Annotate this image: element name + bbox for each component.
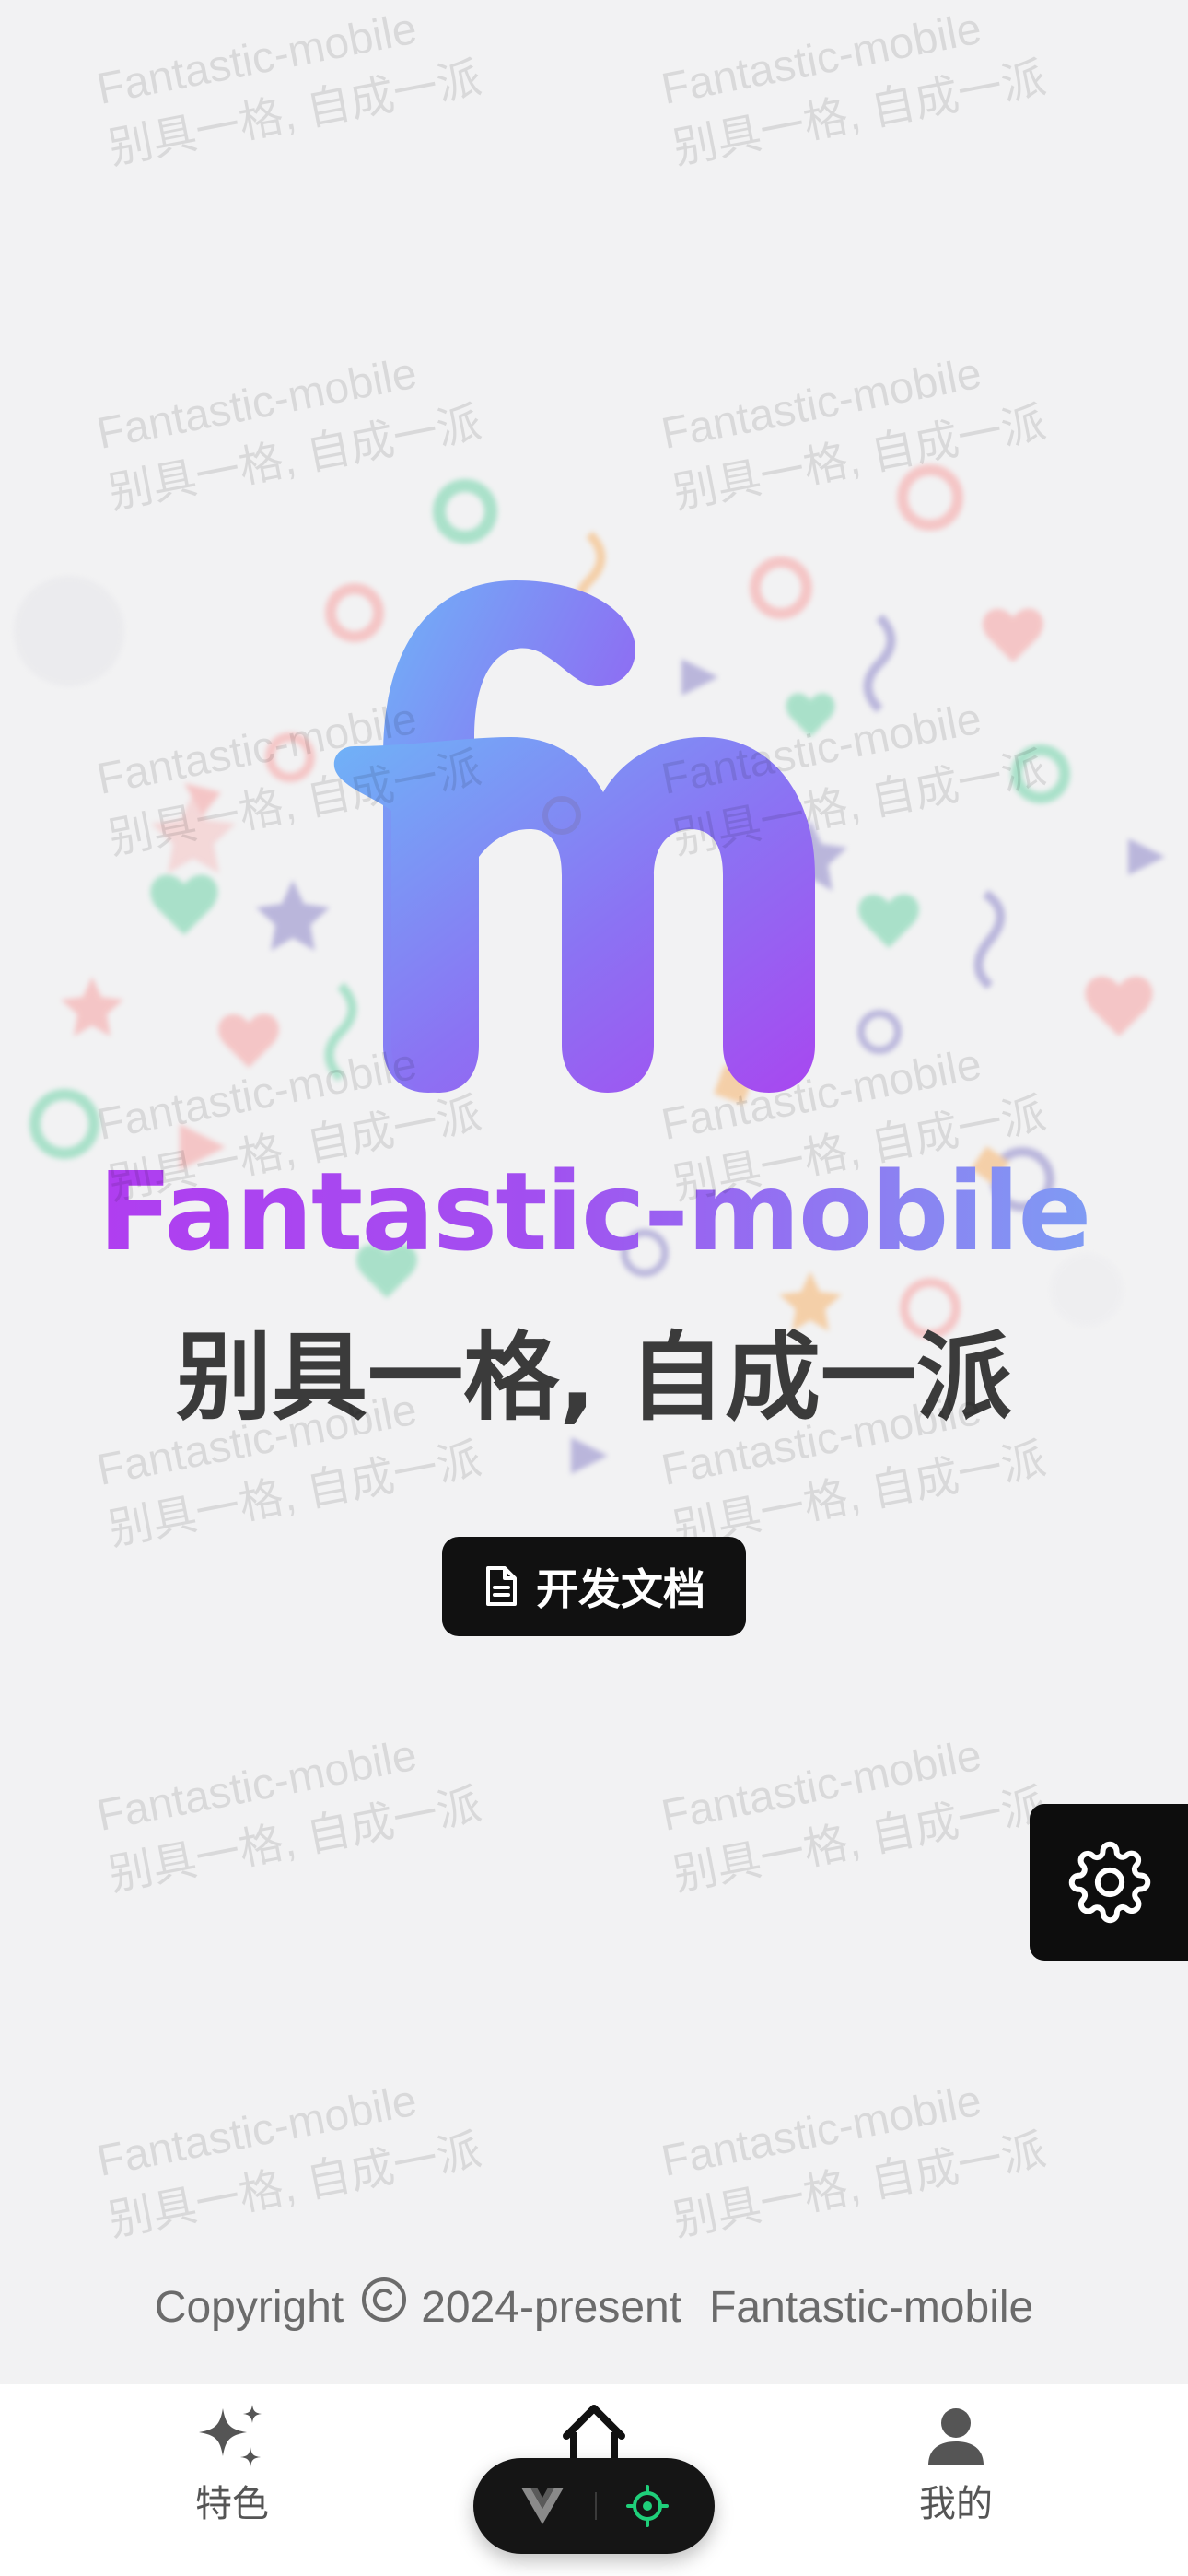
tab-features[interactable]: 特色 [131,2401,333,2530]
home-icon [563,2405,625,2465]
app-title: Fantastic-mobile [0,1142,1188,1281]
vue-logo-icon[interactable] [519,2486,565,2526]
copyright-prefix: Copyright [154,2282,344,2332]
copyright-years: 2024-present [421,2282,682,2332]
crosshair-icon[interactable] [626,2485,669,2527]
devtools-divider [595,2492,597,2520]
watermark: Fantastic-mobile别具一格, 自成一派 [658,1730,1050,1901]
document-icon [486,1566,517,1606]
copyright-icon [360,2276,408,2339]
gear-icon [1068,1841,1151,1924]
tab-mine-label: 我的 [919,2483,993,2525]
watermark: Fantastic-mobile别具一格, 自成一派 [658,4,1050,174]
user-icon [928,2408,984,2465]
settings-button[interactable] [1030,1804,1188,1961]
copyright-footer: Copyright 2024-present Fantastic-mobile [0,2276,1188,2339]
watermark: Fantastic-mobile别具一格, 自成一派 [93,4,485,174]
watermark: Fantastic-mobile别具一格, 自成一派 [93,2076,485,2246]
tab-mine[interactable]: 我的 [855,2401,1057,2530]
watermark: Fantastic-mobile别具一格, 自成一派 [93,1730,485,1901]
tab-features-label: 特色 [195,2483,269,2525]
watermark: Fantastic-mobile别具一格, 自成一派 [658,2076,1050,2246]
docs-button-label: 开发文档 [536,1564,705,1614]
tab-home[interactable] [493,2401,695,2465]
fantastic-mobile-logo [333,580,815,1093]
sparkles-icon [199,2405,262,2467]
copyright-brand-link[interactable]: Fantastic-mobile [709,2278,1033,2337]
app-slogan: 别具一格, 自成一派 [176,1321,1012,1434]
home-page: Fantastic-mobile 别具一格, 自成一派 开发文档 Copyrig… [0,0,1188,2576]
devtools-toggle[interactable] [473,2458,715,2554]
docs-button[interactable]: 开发文档 [442,1537,746,1636]
